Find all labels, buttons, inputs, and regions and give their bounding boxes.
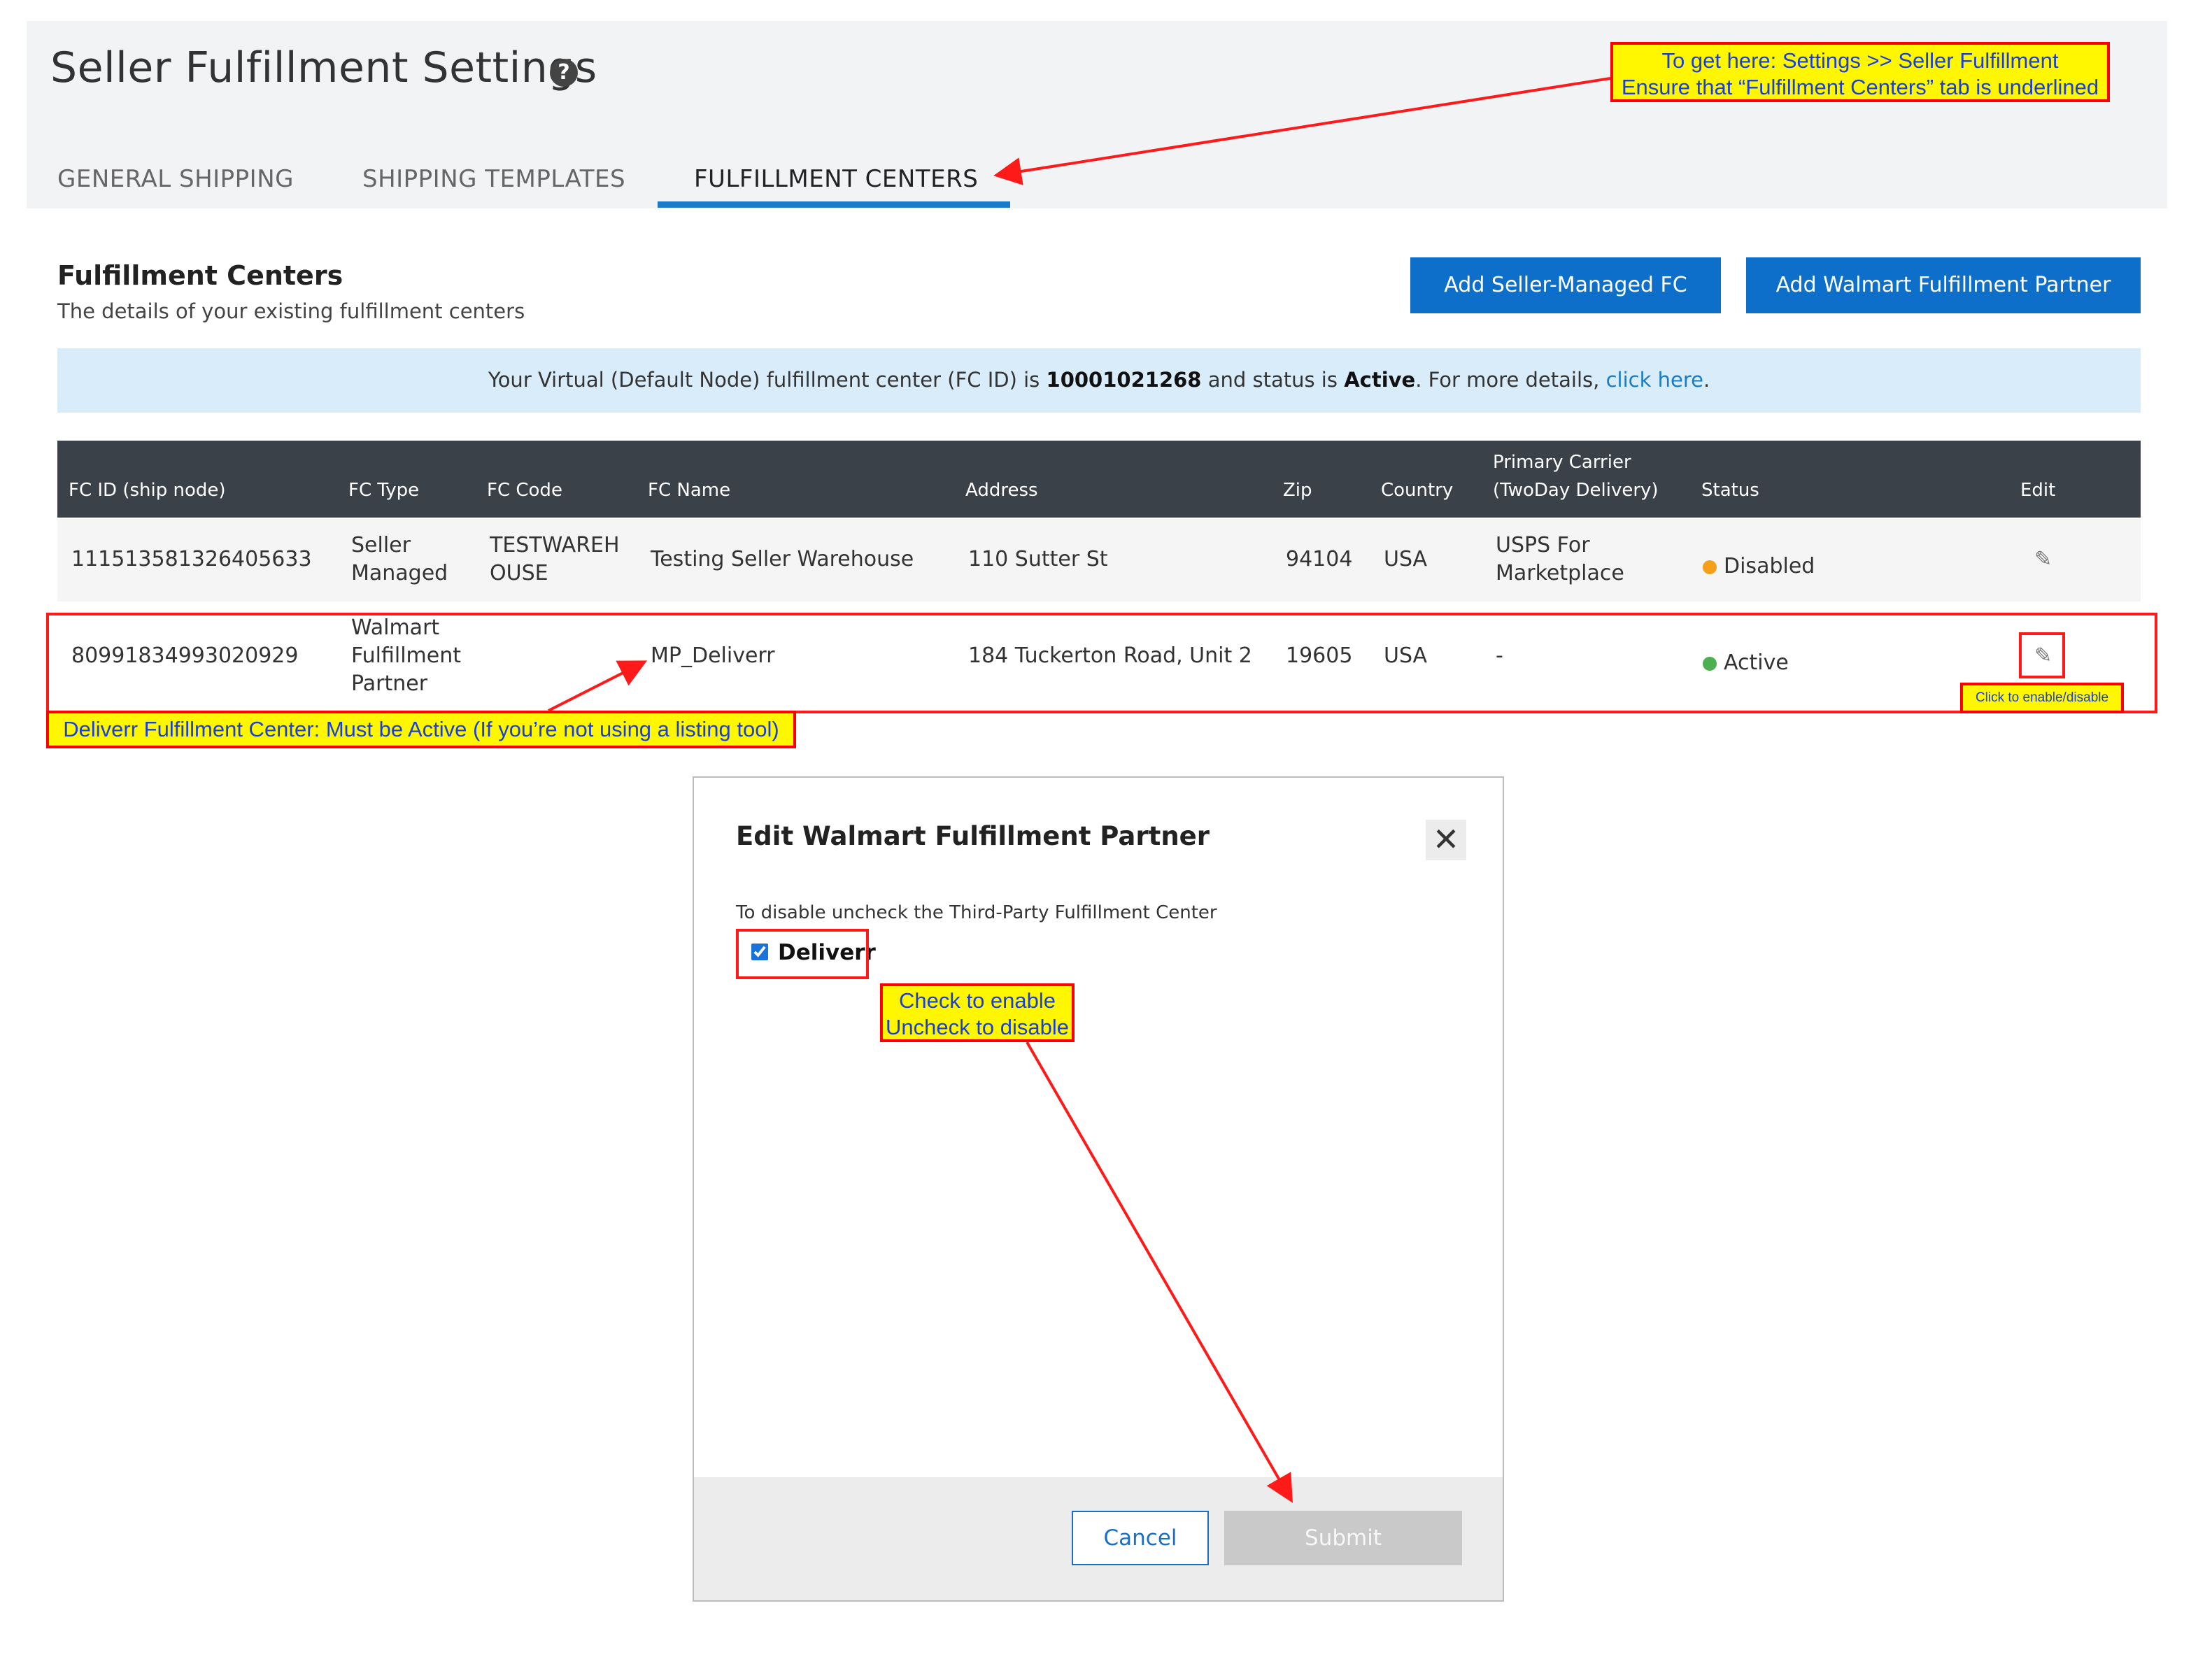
- cancel-button[interactable]: Cancel: [1072, 1511, 1209, 1565]
- pencil-icon[interactable]: ✎: [2034, 546, 2052, 574]
- modal-footer: Cancel Submit: [694, 1477, 1503, 1600]
- col-edit: Edit: [2020, 480, 2056, 501]
- col-primary-carrier: Primary Carrier: [1493, 452, 1631, 473]
- cell-fc-code: TESTWAREH: [490, 533, 620, 557]
- virtual-fc-status: Active: [1344, 368, 1416, 392]
- modal-title: Edit Walmart Fulfillment Partner: [736, 821, 1210, 851]
- info-banner-text: Your Virtual (Default Node) fulfillment …: [57, 368, 2141, 392]
- checkbox-highlight: [736, 929, 869, 979]
- cell-status: Disabled: [1703, 553, 1815, 581]
- cell-carrier: USPS For: [1496, 533, 1590, 557]
- add-seller-managed-fc-button[interactable]: Add Seller-Managed FC: [1410, 257, 1721, 313]
- cell-address: 110 Sutter St: [968, 547, 1108, 571]
- col-fc-name: FC Name: [648, 480, 731, 501]
- click-here-link[interactable]: click here: [1606, 368, 1703, 392]
- col-address: Address: [965, 480, 1038, 501]
- edit-icon-highlight: [2019, 632, 2065, 678]
- col-fc-id: FC ID (ship node): [69, 480, 226, 501]
- deliverr-annotation: Deliverr Fulfillment Center: Must be Act…: [46, 711, 796, 748]
- checkbox-annotation-line1: Check to enable: [898, 988, 1056, 1013]
- cell-fc-name: Testing Seller Warehouse: [651, 547, 914, 571]
- virtual-fc-id: 10001021268: [1046, 368, 1202, 392]
- help-icon[interactable]: ?: [550, 59, 578, 87]
- section-title: Fulfillment Centers: [57, 260, 343, 291]
- checkbox-annotation-line2: Uncheck to disable: [886, 1015, 1069, 1039]
- tab-shipping-templates[interactable]: SHIPPING TEMPLATES: [362, 165, 625, 193]
- col-fc-type: FC Type: [348, 480, 420, 501]
- col-zip: Zip: [1283, 480, 1312, 501]
- info-suffix: . For more details,: [1415, 368, 1606, 392]
- active-tab-underline: [658, 201, 1010, 208]
- tab-general-shipping[interactable]: GENERAL SHIPPING: [57, 165, 294, 193]
- col-status: Status: [1701, 480, 1759, 501]
- add-walmart-fulfillment-partner-button[interactable]: Add Walmart Fulfillment Partner: [1746, 257, 2141, 313]
- deliverr-row-highlight: [46, 613, 2157, 713]
- status-dot-icon: [1703, 560, 1717, 574]
- cell-zip: 94104: [1286, 547, 1353, 571]
- modal-instruction: To disable uncheck the Third-Party Fulfi…: [736, 902, 1217, 923]
- cell-fc-type: Seller: [351, 533, 411, 557]
- info-banner: Your Virtual (Default Node) fulfillment …: [57, 348, 2141, 413]
- status-label: Disabled: [1724, 554, 1815, 578]
- checkbox-annotation: Check to enable Uncheck to disable: [880, 983, 1075, 1042]
- page-title: Seller Fulfillment Settings: [50, 43, 597, 92]
- col-primary-carrier-sub: (TwoDay Delivery): [1493, 480, 1659, 501]
- info-prefix: Your Virtual (Default Node) fulfillment …: [488, 368, 1047, 392]
- col-fc-code: FC Code: [487, 480, 562, 501]
- col-country: Country: [1381, 480, 1454, 501]
- info-middle: and status is: [1201, 368, 1345, 392]
- tab-fulfillment-centers[interactable]: FULFILLMENT CENTERS: [694, 165, 978, 193]
- navigation-annotation-line2: Ensure that “Fulfillment Centers” tab is…: [1621, 75, 2099, 99]
- edit-partner-modal: Edit Walmart Fulfillment Partner ✕ To di…: [693, 776, 1504, 1602]
- submit-button[interactable]: Submit: [1224, 1511, 1462, 1565]
- navigation-annotation-line1: To get here: Settings >> Seller Fulfillm…: [1661, 48, 2059, 73]
- edit-annotation: Click to enable/disable: [1960, 683, 2124, 713]
- table-row: 111513581326405633 Seller Managed TESTWA…: [57, 519, 2141, 601]
- section-subtitle: The details of your existing fulfillment…: [57, 299, 525, 323]
- close-icon[interactable]: ✕: [1426, 820, 1466, 860]
- cell-carrier-line2: Marketplace: [1496, 561, 1624, 585]
- cell-fc-id: 111513581326405633: [71, 547, 312, 571]
- cell-fc-code-line2: OUSE: [490, 561, 548, 585]
- cell-fc-type-line2: Managed: [351, 561, 448, 585]
- table-header: FC ID (ship node) FC Type FC Code FC Nam…: [57, 441, 2141, 518]
- cell-country: USA: [1384, 547, 1428, 571]
- info-end: .: [1703, 368, 1710, 392]
- navigation-annotation: To get here: Settings >> Seller Fulfillm…: [1610, 42, 2110, 102]
